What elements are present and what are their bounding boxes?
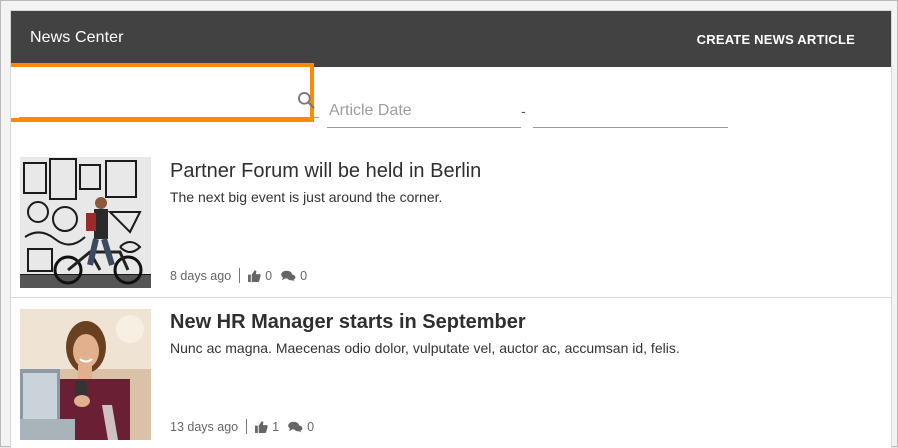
- search-underline: [19, 117, 319, 118]
- thumbs-up-icon[interactable]: [248, 269, 261, 282]
- article-date-end-input[interactable]: [533, 98, 727, 124]
- comment-count: 0: [307, 419, 315, 434]
- search-input[interactable]: [19, 89, 293, 115]
- comments-icon[interactable]: [281, 270, 296, 282]
- article-age: 8 days ago: [170, 268, 232, 283]
- meta-separator: [246, 419, 248, 434]
- search-icon[interactable]: [296, 90, 316, 110]
- article-meta: 13 days ago 1 0: [170, 419, 323, 434]
- comments-icon[interactable]: [288, 421, 303, 433]
- article-headline[interactable]: Partner Forum will be held in Berlin: [170, 160, 481, 183]
- article-thumbnail[interactable]: [20, 157, 151, 288]
- thumbs-up-icon[interactable]: [255, 420, 268, 433]
- comment-count: 0: [300, 268, 308, 283]
- article-divider: [11, 297, 891, 298]
- like-count: 1: [272, 419, 280, 434]
- article-headline[interactable]: New HR Manager starts in September: [170, 311, 526, 334]
- header-bar: News Center CREATE NEWS ARTICLE: [11, 11, 891, 67]
- article-description: The next big event is just around the co…: [170, 189, 443, 205]
- date-end-underline: [533, 127, 728, 128]
- article-description: Nunc ac magna. Maecenas odio dolor, vulp…: [170, 340, 680, 356]
- date-range-separator: -: [521, 103, 526, 119]
- article-age: 13 days ago: [170, 419, 239, 434]
- meta-separator: [239, 268, 241, 283]
- article-date-start-input[interactable]: [327, 98, 521, 124]
- create-news-article-button[interactable]: CREATE NEWS ARTICLE: [697, 32, 855, 47]
- page-title: News Center: [30, 29, 124, 46]
- article-meta: 8 days ago 0 0: [170, 268, 316, 283]
- date-start-underline: [327, 127, 521, 128]
- like-count: 0: [265, 268, 273, 283]
- news-center-panel: News Center CREATE NEWS ARTICLE -: [10, 10, 892, 448]
- article-thumbnail[interactable]: [20, 309, 151, 440]
